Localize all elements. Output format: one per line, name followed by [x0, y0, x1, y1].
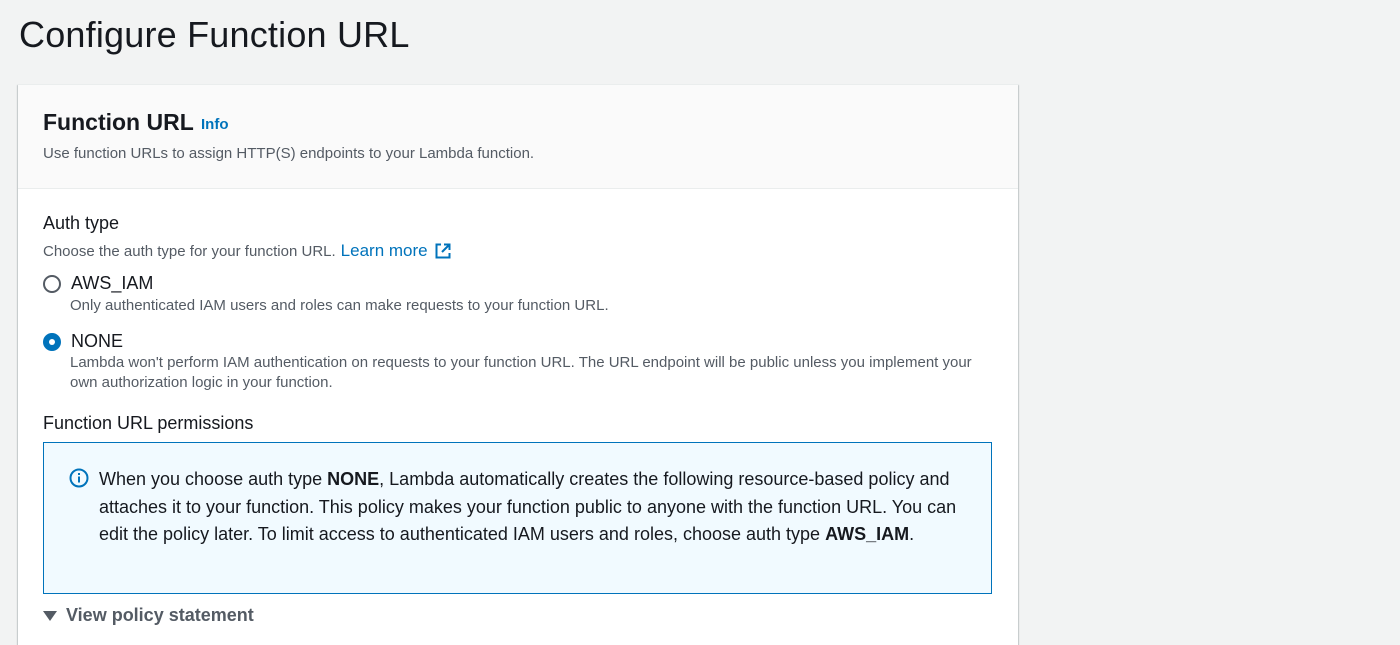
- radio-label-none: NONE: [71, 331, 124, 351]
- permissions-label: Function URL permissions: [43, 413, 254, 433]
- alert-bold-aws-iam: AWS_IAM: [825, 524, 910, 544]
- auth-type-description-text: Choose the auth type for your function U…: [43, 242, 336, 260]
- caret-down-icon: [43, 610, 57, 621]
- function-url-panel: Function URL Info Use function URLs to a…: [18, 84, 1018, 645]
- info-circle-icon: [69, 468, 89, 488]
- panel-header: Function URL Info Use function URLs to a…: [18, 85, 1018, 189]
- panel-description: Use function URLs to assign HTTP(S) endp…: [43, 145, 535, 162]
- learn-more-label: Learn more: [340, 241, 428, 260]
- view-policy-label: View policy statement: [66, 605, 254, 625]
- page-title: Configure Function URL: [19, 14, 410, 55]
- radio-description-none: Lambda won't perform IAM authentication …: [70, 354, 972, 391]
- info-link[interactable]: Info: [201, 116, 229, 133]
- radio-button-aws-iam[interactable]: [43, 274, 61, 293]
- radio-option-none[interactable]: NONE: [43, 331, 123, 352]
- learn-more-link[interactable]: Learn more: [341, 241, 452, 261]
- radio-button-none[interactable]: [43, 332, 61, 351]
- alert-text-1: When you choose auth type: [99, 469, 328, 489]
- view-policy-expander[interactable]: View policy statement: [43, 605, 254, 626]
- alert-message: When you choose auth type NONE, Lambda a…: [99, 466, 959, 549]
- radio-description-aws-iam: Only authenticated IAM users and roles c…: [70, 297, 609, 314]
- alert-text-3: .: [909, 524, 915, 544]
- panel-title: Function URL: [43, 109, 194, 135]
- auth-type-label: Auth type: [43, 213, 120, 233]
- auth-type-description: Choose the auth type for your function U…: [43, 241, 452, 261]
- external-link-icon: [435, 243, 451, 259]
- alert-bold-none: NONE: [327, 469, 380, 489]
- info-alert: When you choose auth type NONE, Lambda a…: [43, 442, 992, 594]
- radio-label-aws-iam: AWS_IAM: [71, 273, 154, 293]
- radio-option-aws-iam[interactable]: AWS_IAM: [43, 273, 153, 294]
